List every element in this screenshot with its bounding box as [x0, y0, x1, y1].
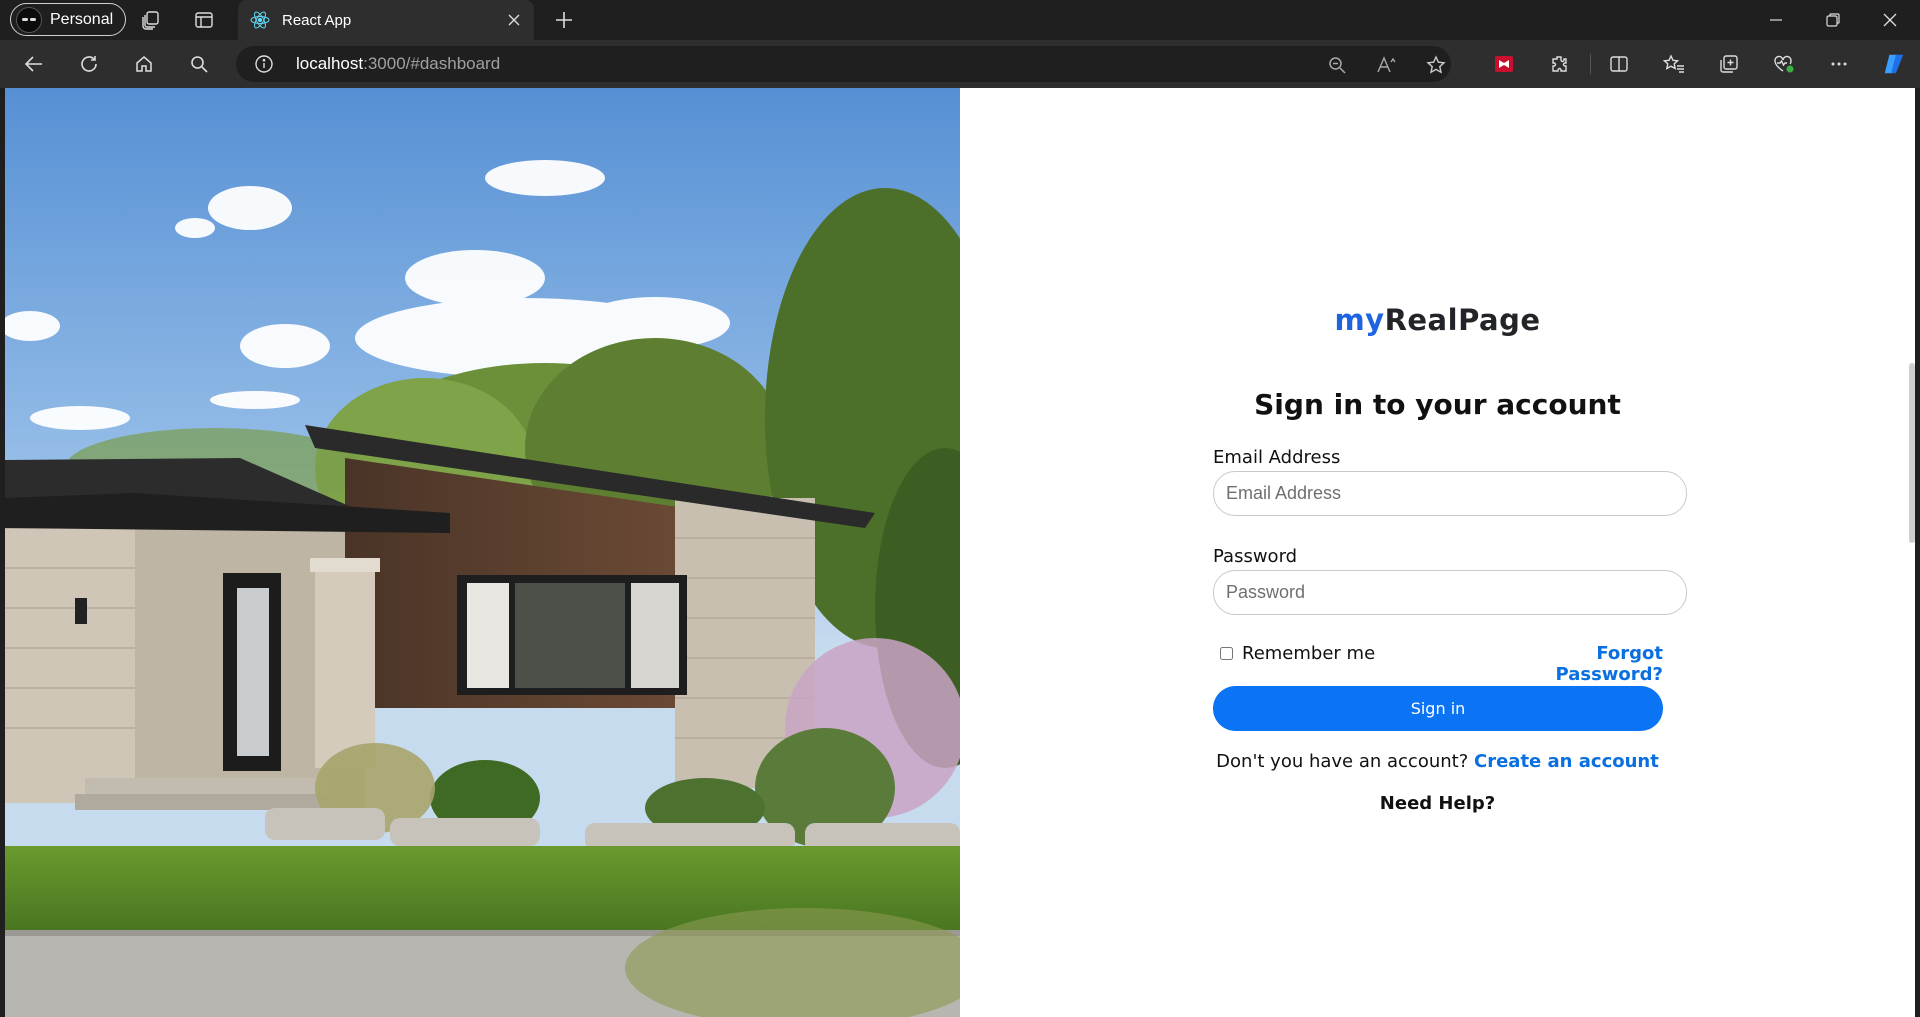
- zoom-out-icon[interactable]: [1326, 54, 1348, 76]
- workspaces-icon[interactable]: [139, 8, 163, 32]
- close-tab-icon[interactable]: [506, 12, 522, 28]
- collections-icon[interactable]: [1717, 52, 1741, 76]
- logo-my: my: [1334, 303, 1385, 337]
- address-url[interactable]: localhost:3000/#dashboard: [296, 54, 500, 74]
- profile-button[interactable]: Personal: [10, 3, 127, 36]
- refresh-icon[interactable]: [77, 52, 101, 76]
- page-title: Sign in to your account: [1254, 388, 1621, 421]
- no-account-text: Don't you have an account?: [1216, 751, 1474, 772]
- extensions-icon[interactable]: [1547, 52, 1571, 76]
- close-window-icon[interactable]: [1878, 8, 1902, 32]
- minimize-icon[interactable]: [1764, 8, 1788, 32]
- create-account-link[interactable]: Create an account: [1474, 751, 1659, 772]
- home-icon[interactable]: [132, 52, 156, 76]
- email-field[interactable]: [1213, 471, 1687, 516]
- remember-me-checkbox[interactable]: [1220, 647, 1233, 660]
- remember-me-label: Remember me: [1242, 643, 1376, 664]
- address-bar[interactable]: localhost:3000/#dashboard: [236, 46, 1451, 82]
- logo-realpage: RealPage: [1384, 303, 1541, 337]
- need-help-link[interactable]: Need Help?: [960, 793, 1915, 814]
- read-aloud-icon[interactable]: [1376, 54, 1398, 76]
- vertical-tabs-icon[interactable]: [192, 8, 216, 32]
- copilot-icon[interactable]: [1882, 52, 1906, 76]
- url-host: localhost: [296, 54, 364, 73]
- password-label: Password: [1213, 546, 1298, 567]
- tab-title: React App: [282, 11, 352, 29]
- create-account-row: Don't you have an account? Create an acc…: [960, 751, 1915, 772]
- back-icon[interactable]: [22, 52, 46, 76]
- sign-in-button[interactable]: Sign in: [1213, 686, 1663, 731]
- forgot-password-link[interactable]: Forgot Password?: [1513, 643, 1663, 685]
- password-field[interactable]: [1213, 570, 1687, 615]
- restore-icon[interactable]: [1821, 8, 1845, 32]
- split-screen-icon[interactable]: [1607, 52, 1631, 76]
- mcafee-extension-icon[interactable]: [1492, 52, 1516, 76]
- new-tab-icon[interactable]: [552, 8, 576, 32]
- search-icon[interactable]: [187, 52, 211, 76]
- browser-toolbar: localhost:3000/#dashboard: [0, 40, 1920, 88]
- page-scrollbar[interactable]: [1909, 363, 1915, 543]
- browser-title-bar: Personal React App: [0, 0, 1920, 40]
- house-hero-image: [5, 88, 960, 1017]
- favorite-star-icon[interactable]: [1425, 54, 1447, 76]
- react-icon: [250, 10, 270, 30]
- more-options-icon[interactable]: [1827, 52, 1851, 76]
- profile-avatar: [16, 6, 42, 33]
- page-viewport: myRealPage Sign in to your account Email…: [5, 88, 1915, 1017]
- myrealpage-logo: myRealPage: [960, 303, 1915, 337]
- favorites-icon[interactable]: [1662, 52, 1686, 76]
- email-label: Email Address: [1213, 447, 1341, 468]
- remember-me: Remember me: [1220, 643, 1375, 664]
- tab-react-app[interactable]: React App: [238, 0, 534, 40]
- profile-label: Personal: [50, 10, 114, 28]
- toolbar-divider: [1590, 54, 1591, 74]
- site-info-icon[interactable]: [254, 54, 274, 74]
- browser-essentials-icon[interactable]: [1772, 52, 1796, 76]
- url-path: :3000/#dashboard: [363, 54, 501, 73]
- login-panel: myRealPage Sign in to your account Email…: [960, 88, 1915, 1017]
